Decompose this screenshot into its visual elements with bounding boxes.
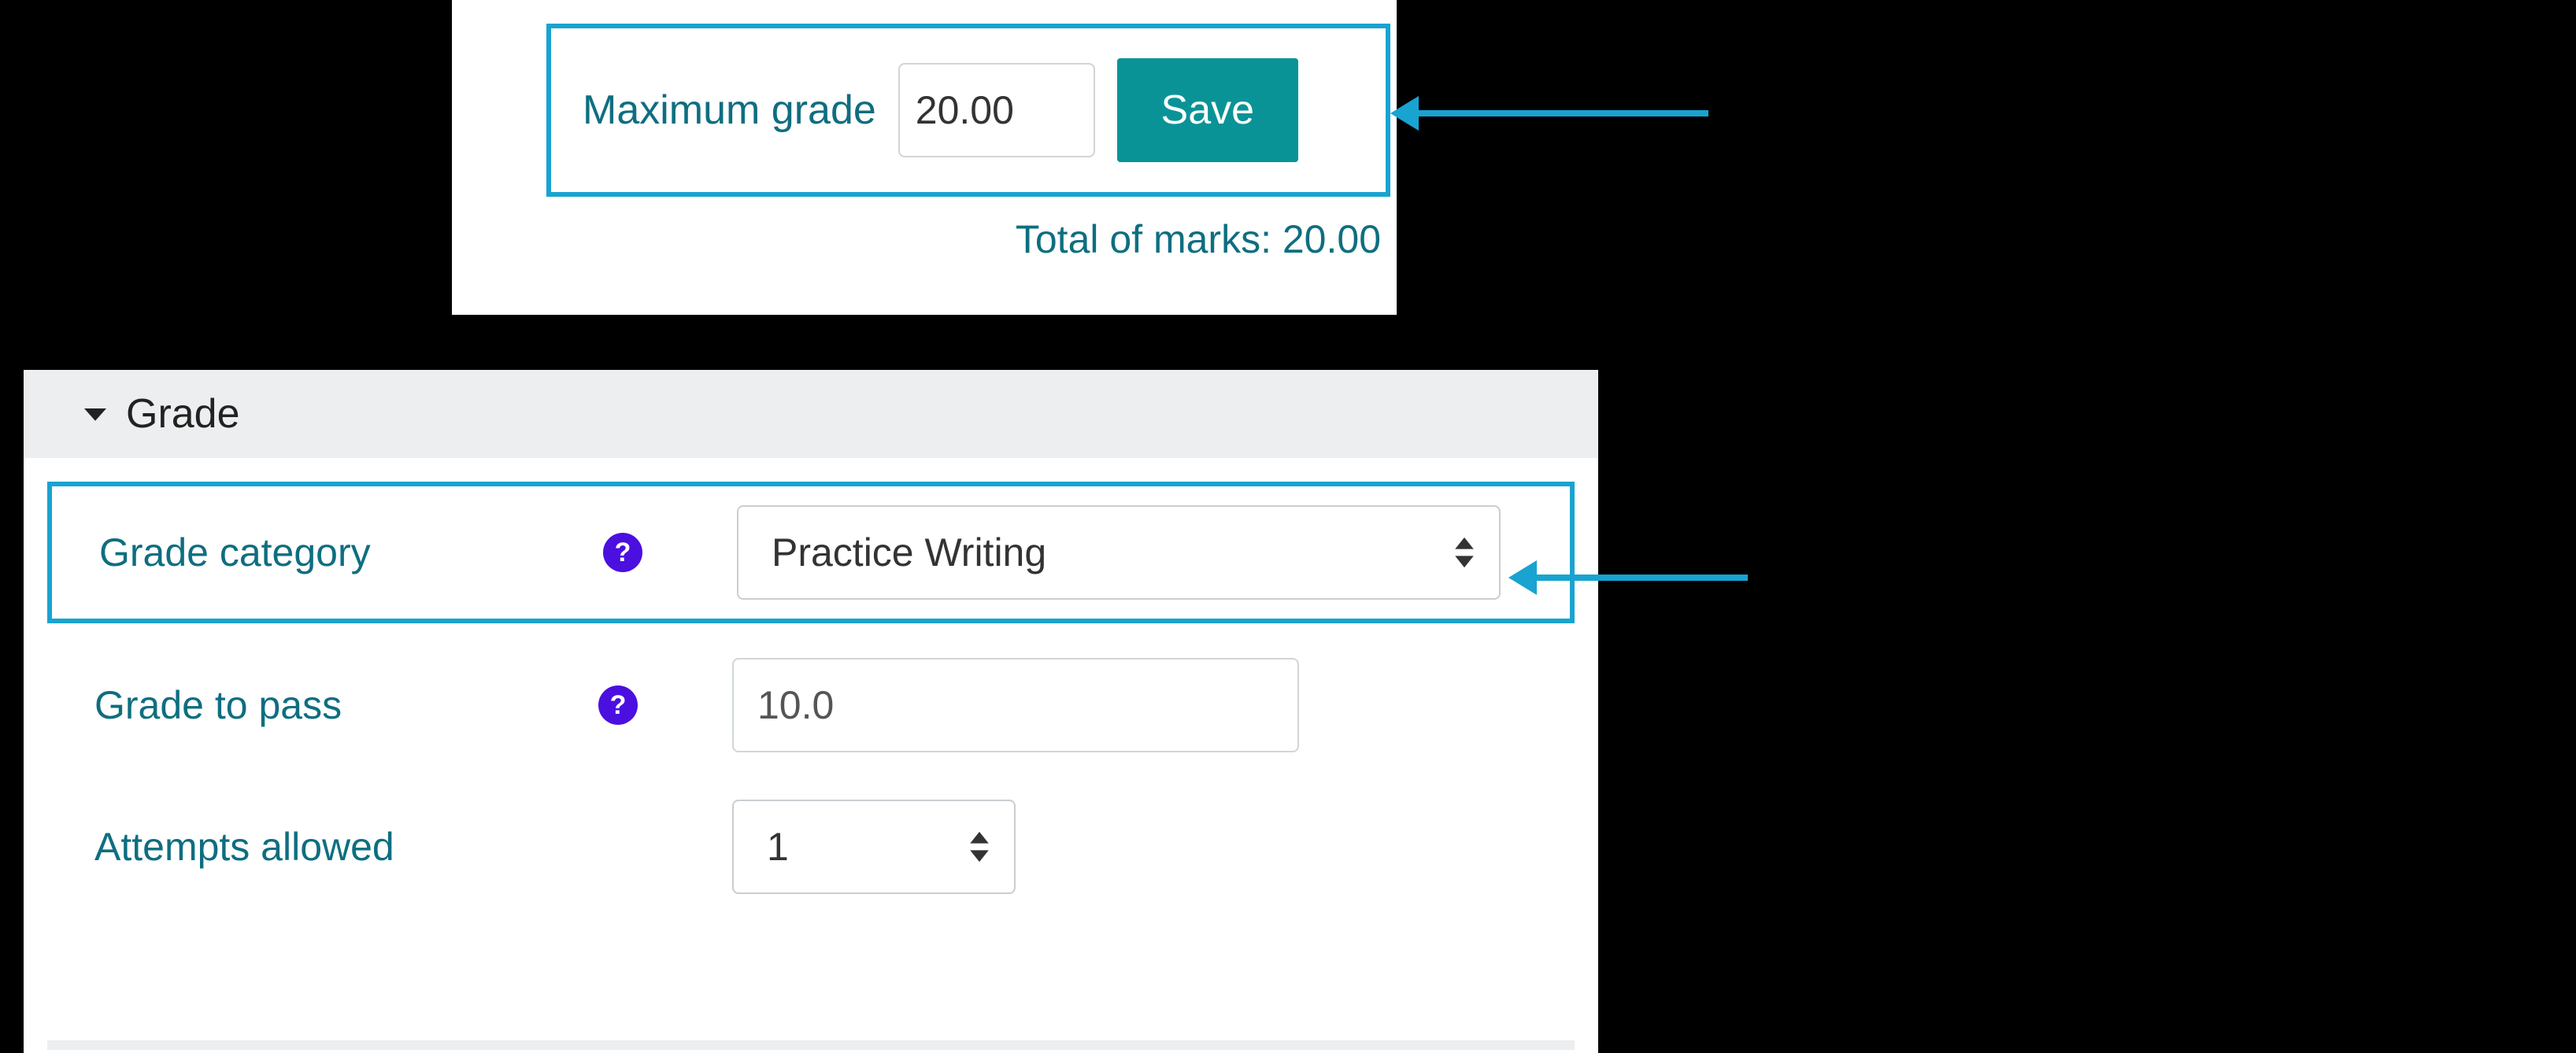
grade-to-pass-label: Grade to pass [47, 682, 598, 728]
grade-to-pass-row: Grade to pass ? [47, 634, 1575, 776]
max-grade-highlight: Maximum grade Save [546, 24, 1390, 197]
attempts-allowed-row: Attempts allowed 1 [47, 776, 1575, 918]
chevron-down-icon [79, 397, 112, 430]
select-caret-icon [965, 827, 994, 866]
attempts-allowed-value: 1 [767, 824, 789, 870]
grade-category-select[interactable]: Practice Writing [737, 505, 1501, 600]
grade-section: Grade Grade category ? Practice Writing [24, 370, 1598, 1053]
annotation-arrow-icon [1535, 575, 1748, 581]
grade-category-value: Practice Writing [772, 530, 1046, 575]
section-divider [47, 1040, 1575, 1050]
grade-section-header[interactable]: Grade [24, 370, 1598, 458]
total-marks-value: 20.00 [1282, 217, 1381, 261]
attempts-allowed-label: Attempts allowed [47, 824, 598, 870]
attempts-allowed-select[interactable]: 1 [732, 800, 1016, 894]
max-grade-panel: Maximum grade Save Total of marks: 20.00 [452, 0, 1397, 315]
grade-category-row: Grade category ? Practice Writing [47, 482, 1575, 623]
maximum-grade-input[interactable] [898, 63, 1095, 157]
grade-section-title: Grade [126, 390, 240, 438]
total-marks-label: Total of marks: [1016, 217, 1282, 261]
help-icon[interactable]: ? [598, 685, 638, 725]
grade-category-label: Grade category [52, 530, 603, 575]
select-caret-icon [1450, 533, 1479, 572]
grade-to-pass-input[interactable] [732, 658, 1299, 752]
maximum-grade-label: Maximum grade [583, 87, 876, 134]
annotation-arrow-icon [1417, 110, 1708, 116]
total-marks-readout: Total of marks: 20.00 [1016, 216, 1381, 262]
help-icon[interactable]: ? [603, 533, 642, 572]
save-button[interactable]: Save [1117, 58, 1298, 162]
